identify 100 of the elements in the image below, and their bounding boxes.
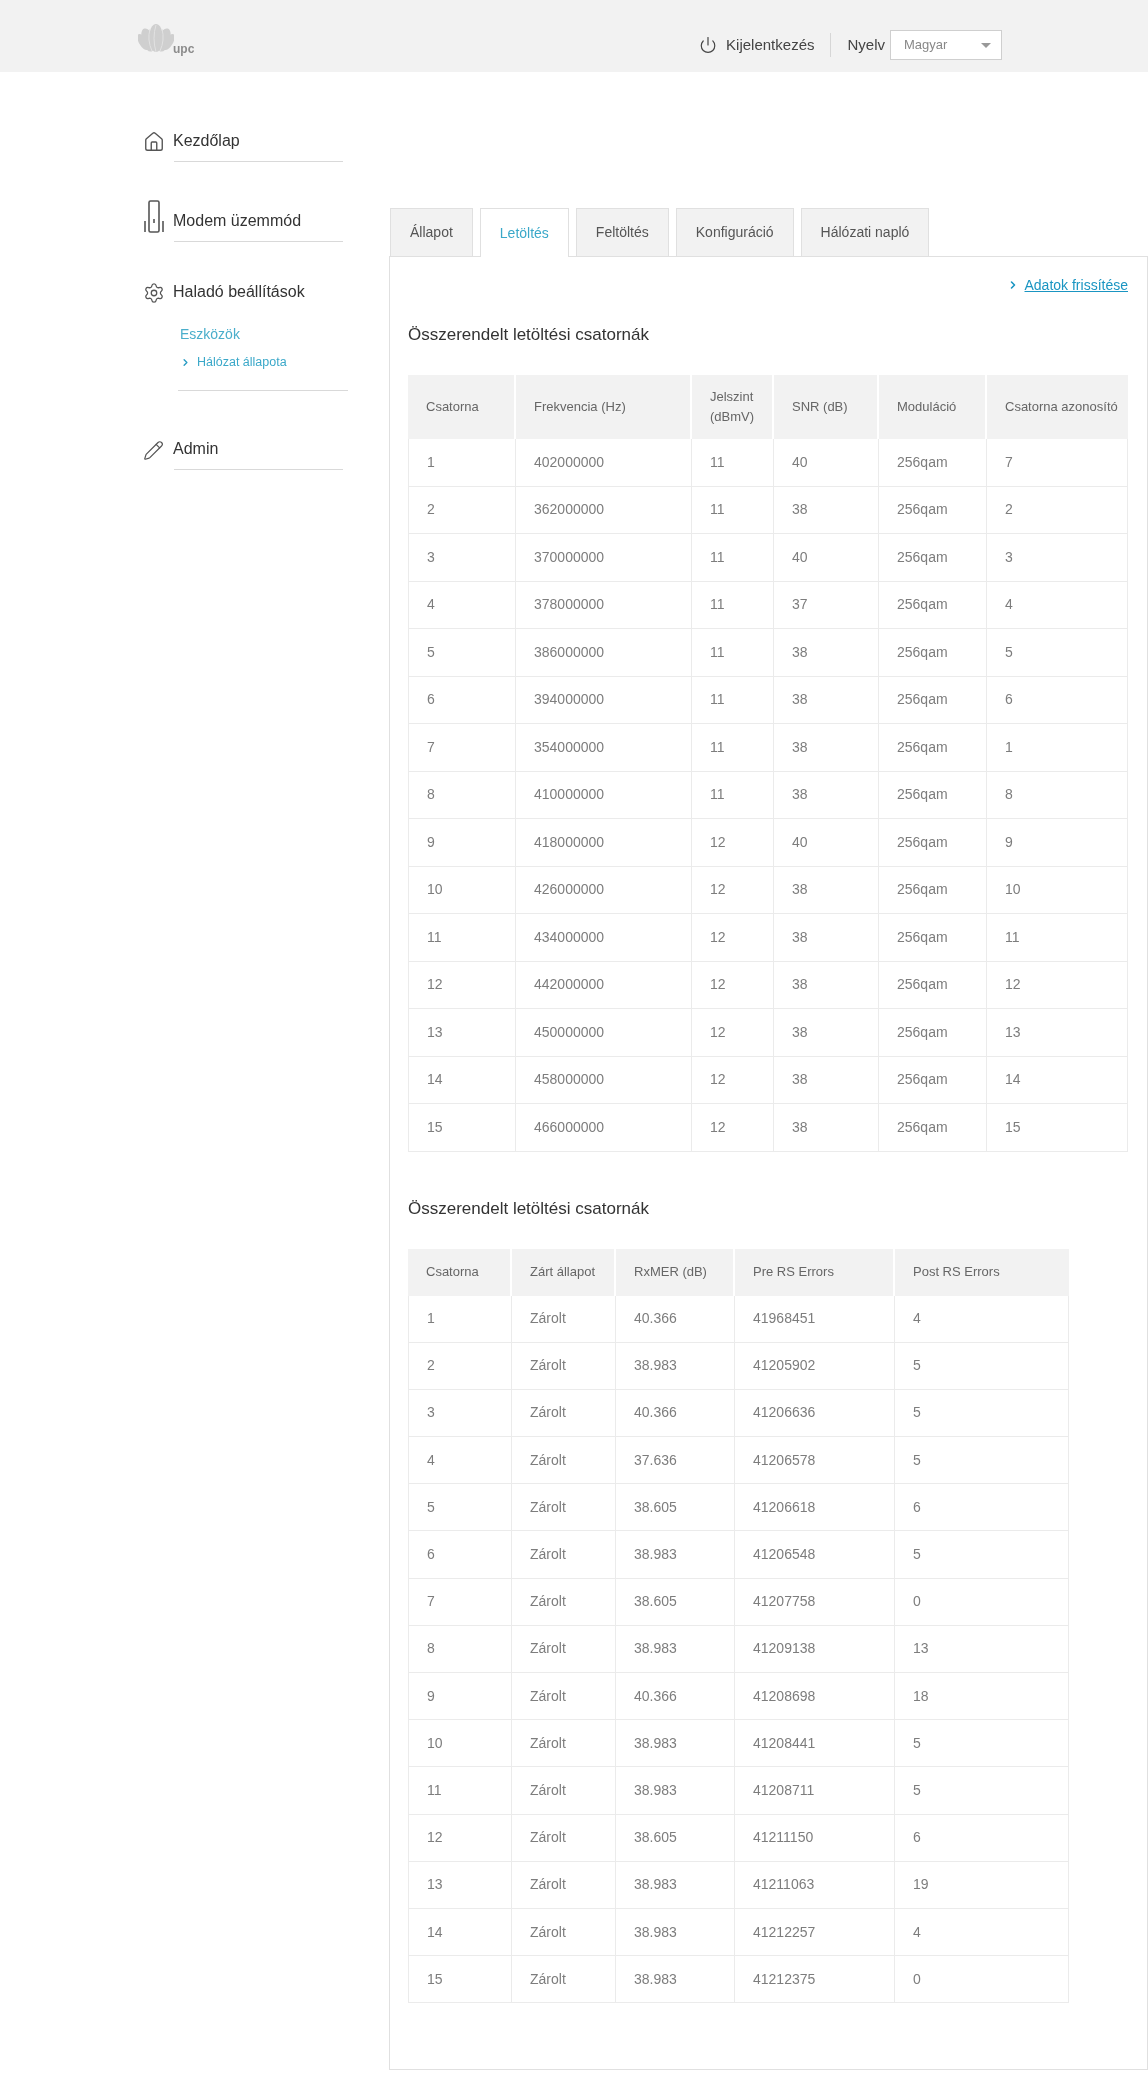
table-cell: 38 bbox=[774, 1104, 879, 1152]
table-cell: 5 bbox=[987, 629, 1128, 677]
table-cell: 11 bbox=[408, 914, 516, 962]
table-cell: 12 bbox=[692, 819, 774, 867]
table-cell: 41212257 bbox=[735, 1908, 895, 1957]
table-cell: 5 bbox=[895, 1342, 1069, 1390]
table-cell: 38 bbox=[774, 676, 879, 724]
column-header: Frekvencia (Hz) bbox=[516, 375, 692, 439]
table-cell: 12 bbox=[692, 1009, 774, 1057]
table-cell: 6 bbox=[895, 1814, 1069, 1862]
table-cell: Zárolt bbox=[512, 1908, 616, 1957]
table-cell: 12 bbox=[692, 1104, 774, 1152]
table-cell: Zárolt bbox=[512, 1625, 616, 1673]
table-cell: 386000000 bbox=[516, 629, 692, 677]
sidebar-item[interactable]: Kezdőlap bbox=[143, 129, 240, 153]
section-title: Összerendelt letöltési csatornák bbox=[408, 1197, 650, 1220]
table-cell: Zárolt bbox=[512, 1767, 616, 1815]
table-cell: 256qam bbox=[879, 819, 987, 867]
sidebar-item[interactable]: Haladó beállítások bbox=[143, 280, 305, 304]
tab[interactable]: Állapot bbox=[390, 208, 473, 256]
table-cell: Zárolt bbox=[512, 1720, 616, 1768]
table-cell: 41206578 bbox=[735, 1437, 895, 1485]
table-cell: Zárolt bbox=[512, 1342, 616, 1390]
table-cell: 11 bbox=[692, 439, 774, 487]
table-cell: 11 bbox=[692, 629, 774, 677]
table-cell: 40.366 bbox=[616, 1673, 735, 1721]
table-cell: 38.983 bbox=[616, 1531, 735, 1579]
table-cell: Zárolt bbox=[512, 1484, 616, 1532]
table-cell: 370000000 bbox=[516, 534, 692, 582]
table-cell: 256qam bbox=[879, 914, 987, 962]
table-cell: 38.605 bbox=[616, 1578, 735, 1626]
tab[interactable]: Konfiguráció bbox=[675, 208, 794, 256]
table-cell: 38.605 bbox=[616, 1814, 735, 1862]
table-cell: 4 bbox=[408, 1437, 512, 1485]
table-cell: 9 bbox=[408, 819, 516, 867]
modem-icon bbox=[143, 200, 165, 233]
column-header: Pre RS Errors bbox=[735, 1248, 895, 1296]
table-cell: 11 bbox=[408, 1767, 512, 1815]
column-header: Moduláció bbox=[879, 375, 987, 439]
table-cell: Zárolt bbox=[512, 1389, 616, 1438]
table-cell: 14 bbox=[408, 1908, 512, 1957]
table-cell: 13 bbox=[987, 1009, 1128, 1057]
home-icon bbox=[143, 131, 165, 153]
table-cell: 40.366 bbox=[616, 1389, 735, 1438]
table-cell: 37.636 bbox=[616, 1437, 735, 1485]
table-cell: 41211063 bbox=[735, 1861, 895, 1909]
table-cell: 38 bbox=[774, 914, 879, 962]
table-cell: 13 bbox=[408, 1861, 512, 1909]
table-cell: 14 bbox=[408, 1056, 516, 1104]
table-cell: 11 bbox=[692, 486, 774, 534]
table-cell: 256qam bbox=[879, 581, 987, 629]
caret-icon bbox=[981, 42, 991, 48]
table-cell: 410000000 bbox=[516, 771, 692, 819]
table-cell: 12 bbox=[408, 1814, 512, 1862]
table-cell: 11 bbox=[692, 581, 774, 629]
table-cell: Zárolt bbox=[512, 1437, 616, 1485]
table-cell: 256qam bbox=[879, 1104, 987, 1152]
table-cell: 40 bbox=[774, 819, 879, 867]
table-cell: 38 bbox=[774, 866, 879, 914]
tab[interactable]: Hálózati napló bbox=[800, 208, 930, 256]
table-cell: 11 bbox=[987, 914, 1128, 962]
refresh-link[interactable]: Adatok frissítése bbox=[1006, 275, 1128, 295]
table-cell: 434000000 bbox=[516, 914, 692, 962]
language-select[interactable]: Magyar bbox=[890, 30, 1002, 60]
table-cell: 2 bbox=[408, 1342, 512, 1390]
table-cell: 256qam bbox=[879, 534, 987, 582]
table-cell: 38.983 bbox=[616, 1625, 735, 1673]
table-cell: 41206548 bbox=[735, 1531, 895, 1579]
table-cell: 11 bbox=[692, 724, 774, 772]
table-cell: 38 bbox=[774, 1056, 879, 1104]
table-cell: 394000000 bbox=[516, 676, 692, 724]
table-cell: 38.605 bbox=[616, 1484, 735, 1532]
table-cell: 256qam bbox=[879, 439, 987, 487]
table-cell: 256qam bbox=[879, 676, 987, 724]
table-cell: 14 bbox=[987, 1056, 1128, 1104]
tab[interactable]: Feltöltés bbox=[575, 208, 669, 256]
sidebar-item[interactable]: Admin bbox=[143, 437, 219, 461]
logo-text: upc bbox=[173, 43, 195, 56]
sidebar-item[interactable]: Modem üzemmód bbox=[143, 200, 302, 233]
table-cell: 426000000 bbox=[516, 866, 692, 914]
pencil-icon bbox=[143, 440, 164, 461]
table-cell: 4 bbox=[895, 1295, 1069, 1343]
table-cell: 38.983 bbox=[616, 1908, 735, 1957]
table-cell: 13 bbox=[408, 1009, 516, 1057]
table-cell: 7 bbox=[408, 724, 516, 772]
table-cell: 41209138 bbox=[735, 1625, 895, 1673]
logout-button[interactable]: Kijelentkezés bbox=[699, 33, 815, 57]
table-cell: 4 bbox=[408, 581, 516, 629]
table-cell: 256qam bbox=[879, 629, 987, 677]
table-cell: 41206636 bbox=[735, 1389, 895, 1438]
table-cell: 418000000 bbox=[516, 819, 692, 867]
table-cell: 12 bbox=[692, 961, 774, 1009]
table-cell: 5 bbox=[895, 1531, 1069, 1579]
table-cell: Zárolt bbox=[512, 1295, 616, 1343]
table-cell: 256qam bbox=[879, 724, 987, 772]
column-header: Csatorna azonosító bbox=[987, 375, 1128, 439]
table-cell: 10 bbox=[408, 866, 516, 914]
table-cell: 41208441 bbox=[735, 1720, 895, 1768]
table-cell: Zárolt bbox=[512, 1531, 616, 1579]
table-cell: 19 bbox=[895, 1861, 1069, 1909]
